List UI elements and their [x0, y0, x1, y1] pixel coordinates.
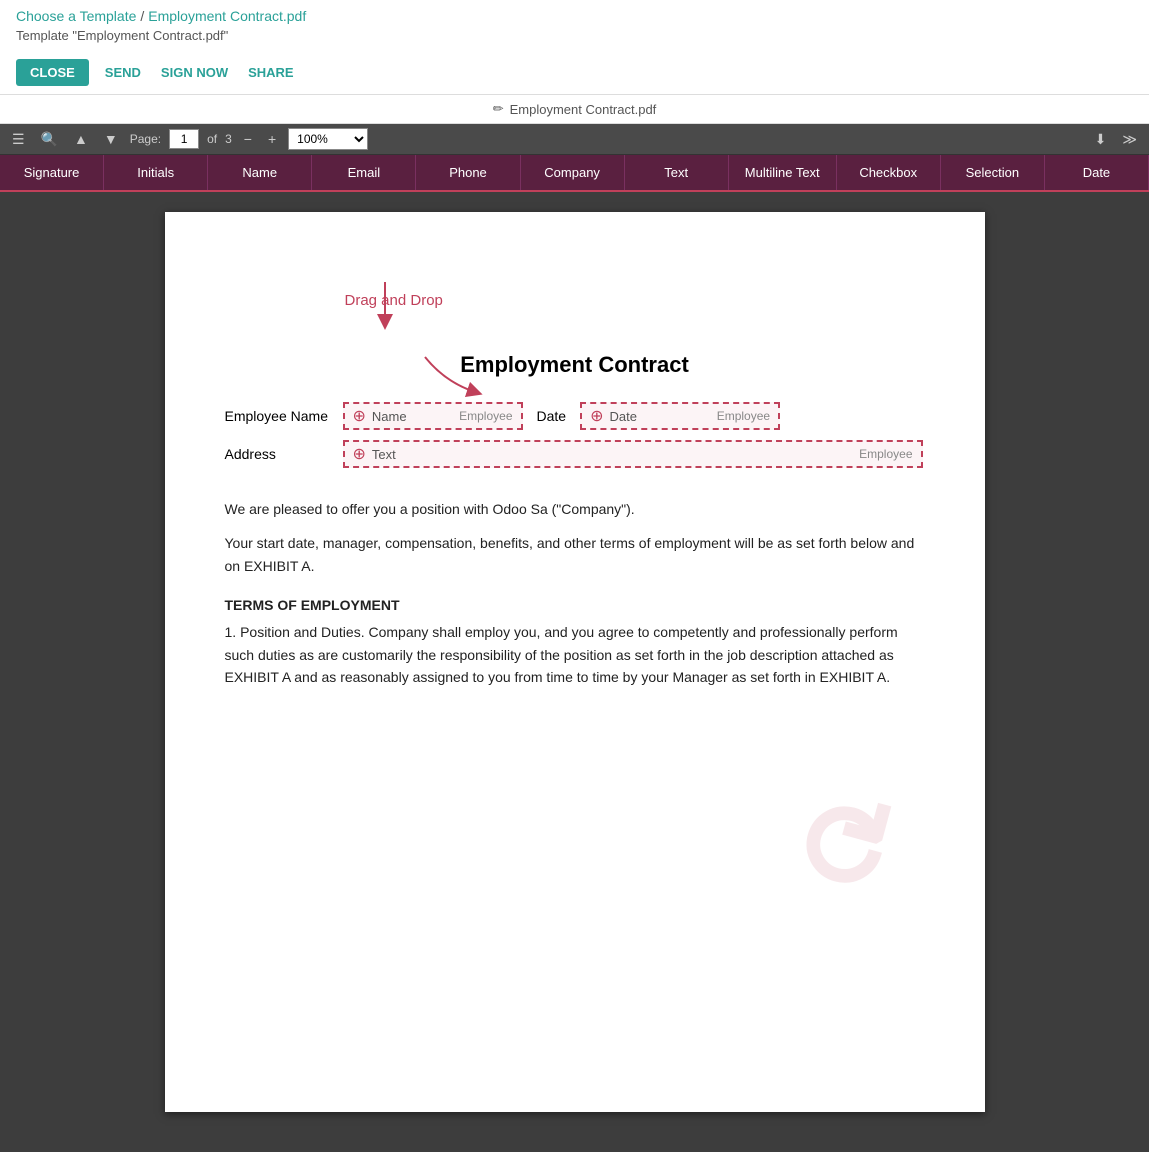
- download-icon[interactable]: ⬇: [1091, 129, 1111, 150]
- breadcrumb-sep1: /: [140, 8, 144, 24]
- text-field-box[interactable]: ⊕ Text Employee: [343, 440, 923, 468]
- tab-checkbox[interactable]: Checkbox: [837, 155, 941, 190]
- page-of-label: of: [207, 132, 217, 146]
- tab-signature-label: Signature: [24, 165, 80, 180]
- doc-page: Drag and Drop Employment Contract Employ…: [165, 212, 985, 1112]
- watermark: ⟳: [776, 757, 933, 928]
- drag-drop-label: Drag and Drop: [345, 292, 443, 310]
- name-field-box[interactable]: ⊕ Name Employee: [343, 402, 523, 430]
- tab-signature[interactable]: Signature: [0, 155, 104, 190]
- pdf-viewer: ☰ 🔍 ▲ ▼ Page: of 3 − + 100% 75% 125% 150…: [0, 124, 1149, 1152]
- address-row: Address ⊕ Text Employee: [225, 440, 925, 468]
- pdf-toolbar-right: ⬇ ≫: [1091, 129, 1141, 150]
- field-type-tabs: Signature Initials Name Email Phone Comp…: [0, 155, 1149, 192]
- tab-selection[interactable]: Selection: [941, 155, 1045, 190]
- tab-name-label: Name: [242, 165, 277, 180]
- send-button[interactable]: SEND: [101, 59, 145, 86]
- numbered-paragraph: 1. Position and Duties. Company shall em…: [225, 621, 925, 688]
- tab-multiline-text-label: Multiline Text: [745, 165, 820, 180]
- tab-multiline-text[interactable]: Multiline Text: [729, 155, 837, 190]
- date-field-type: Date: [609, 409, 636, 424]
- page-number-input[interactable]: [169, 129, 199, 149]
- employee-name-row: Employee Name ⊕ Name Employee Date ⊕ Dat…: [225, 402, 925, 430]
- sign-now-button[interactable]: SIGN NOW: [157, 59, 232, 86]
- search-icon[interactable]: 🔍: [37, 129, 62, 150]
- date-field-role: Employee: [717, 409, 770, 423]
- pencil-bar: ✏ Employment Contract.pdf: [0, 95, 1149, 124]
- tab-phone-label: Phone: [449, 165, 487, 180]
- tab-name[interactable]: Name: [208, 155, 312, 190]
- employee-name-label: Employee Name: [225, 408, 335, 424]
- address-label: Address: [225, 446, 335, 462]
- document-filename: Employment Contract.pdf: [510, 102, 657, 117]
- zoom-out-icon[interactable]: −: [240, 129, 256, 149]
- next-page-icon[interactable]: ▼: [100, 129, 122, 149]
- date-separator-label: Date: [537, 408, 567, 424]
- breadcrumb-filename[interactable]: Employment Contract.pdf: [148, 8, 306, 24]
- tab-email-label: Email: [348, 165, 381, 180]
- paragraph-2: Your start date, manager, compensation, …: [225, 532, 925, 577]
- name-field-type: Name: [372, 409, 407, 424]
- breadcrumb-sub-text: Template "Employment Contract.pdf": [16, 28, 228, 43]
- tab-checkbox-label: Checkbox: [859, 165, 917, 180]
- tab-text[interactable]: Text: [625, 155, 729, 190]
- section-title: TERMS OF EMPLOYMENT: [225, 597, 925, 613]
- text-field-type: Text: [372, 447, 396, 462]
- toolbar-buttons: CLOSE SEND SIGN NOW SHARE: [16, 51, 1133, 94]
- zoom-in-icon[interactable]: +: [264, 129, 280, 149]
- tab-phone[interactable]: Phone: [416, 155, 520, 190]
- breadcrumb: Choose a Template / Employment Contract.…: [16, 8, 1133, 28]
- date-field-box[interactable]: ⊕ Date Employee: [580, 402, 780, 430]
- breadcrumb-sub: Template "Employment Contract.pdf": [16, 28, 1133, 51]
- paragraph-1: We are pleased to offer you a position w…: [225, 498, 925, 520]
- tab-selection-label: Selection: [966, 165, 1019, 180]
- sidebar-toggle-icon[interactable]: ☰: [8, 129, 29, 150]
- tab-text-label: Text: [664, 165, 688, 180]
- page-total: 3: [225, 132, 232, 146]
- top-header: Choose a Template / Employment Contract.…: [0, 0, 1149, 95]
- tab-company[interactable]: Company: [521, 155, 625, 190]
- doc-area: Drag and Drop Employment Contract Employ…: [0, 192, 1149, 1152]
- more-options-icon[interactable]: ≫: [1118, 129, 1141, 150]
- prev-page-icon[interactable]: ▲: [70, 129, 92, 149]
- pencil-icon: ✏: [493, 101, 504, 117]
- zoom-select[interactable]: 100% 75% 125% 150%: [288, 128, 368, 150]
- tab-company-label: Company: [544, 165, 600, 180]
- tab-email[interactable]: Email: [312, 155, 416, 190]
- text-move-icon: ⊕: [353, 444, 366, 464]
- close-button[interactable]: CLOSE: [16, 59, 89, 86]
- pdf-toolbar: ☰ 🔍 ▲ ▼ Page: of 3 − + 100% 75% 125% 150…: [0, 124, 1149, 155]
- drag-drop-arrows: [165, 212, 985, 472]
- date-move-icon: ⊕: [590, 406, 603, 426]
- text-field-role: Employee: [859, 447, 912, 461]
- tab-date-label: Date: [1083, 165, 1110, 180]
- tab-initials[interactable]: Initials: [104, 155, 208, 190]
- share-button[interactable]: SHARE: [244, 59, 298, 86]
- page-label-prefix: Page:: [130, 132, 161, 146]
- move-icon: ⊕: [353, 406, 366, 426]
- breadcrumb-choose-template[interactable]: Choose a Template: [16, 8, 136, 24]
- tab-date[interactable]: Date: [1045, 155, 1149, 190]
- document-title: Employment Contract: [225, 352, 925, 378]
- tab-initials-label: Initials: [137, 165, 174, 180]
- name-field-role: Employee: [459, 409, 512, 423]
